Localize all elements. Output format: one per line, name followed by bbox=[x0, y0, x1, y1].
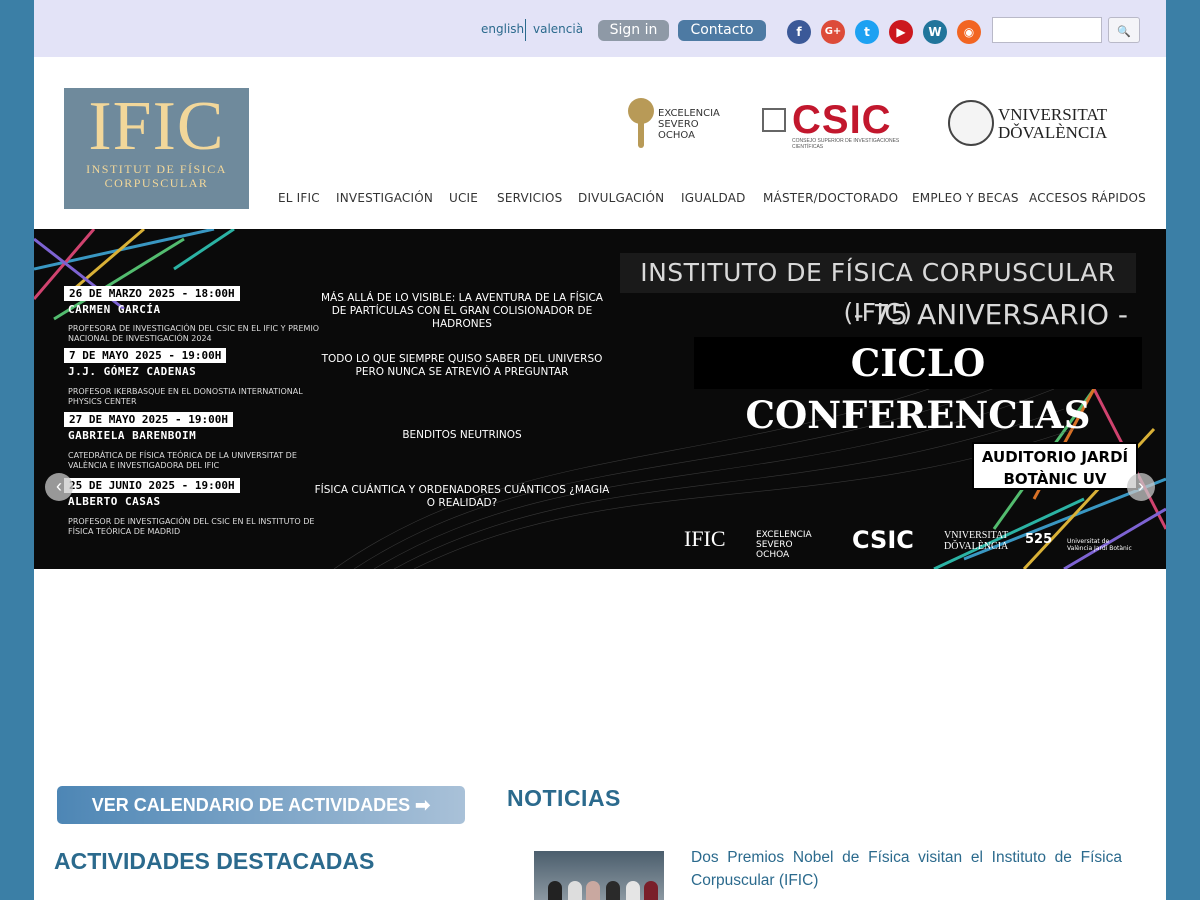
event-2-affiliation: PROFESOR IKERBASQUE EN EL DONOSTIA INTER… bbox=[68, 387, 303, 406]
event-4-talk: FÍSICA CUÁNTICA Y ORDENADORES CUÁNTICOS … bbox=[314, 484, 610, 509]
event-4-affiliation: PROFESOR DE INVESTIGACIÓN DEL CSIC EN EL… bbox=[68, 517, 315, 536]
nav-investigacion[interactable]: INVESTIGACIÓN bbox=[336, 191, 433, 205]
wordpress-icon[interactable]: W bbox=[923, 20, 947, 44]
banner-logo-525: 525 bbox=[1025, 532, 1053, 547]
banner-logo-jardi: Universitat de València Jardí Botànic bbox=[1067, 538, 1132, 552]
nav-master-doctorado[interactable]: MÁSTER/DOCTORADO bbox=[763, 191, 898, 205]
ific-logo-wordmark: IFIC bbox=[88, 88, 225, 165]
event-3-affiliation: CATEDRÁTICA DE FÍSICA TEÓRICA DE LA UNIV… bbox=[68, 451, 297, 470]
nav-accesos-rapidos[interactable]: ACCESOS RÁPIDOS bbox=[1029, 191, 1146, 205]
nav-empleo-becas[interactable]: EMPLEO Y BECAS bbox=[912, 191, 1019, 205]
nav-ucie[interactable]: UCIE bbox=[449, 191, 478, 205]
banner-footer-logos: IFIC EXCELENCIA SEVERO OCHOA CSIC VNIVER… bbox=[682, 526, 1132, 562]
event-1-affiliation: PROFESORA DE INVESTIGACIÓN DEL CSIC EN E… bbox=[68, 324, 320, 343]
banner-title-institute: INSTITUTO DE FÍSICA CORPUSCULAR (IFIC) bbox=[620, 253, 1136, 327]
youtube-icon[interactable]: ▶ bbox=[889, 20, 913, 44]
venue-line1: AUDITORIO JARDÍ bbox=[981, 448, 1129, 466]
event-1-speaker: CARMEN GARCÍA bbox=[68, 303, 161, 316]
chevron-right-icon: › bbox=[1138, 476, 1144, 496]
uv-seal-icon bbox=[948, 100, 994, 146]
event-2-date: 7 DE MAYO 2025 - 19:00H bbox=[64, 348, 227, 363]
noticias-heading: NOTICIAS bbox=[507, 785, 621, 811]
ific-logo-line2: CORPUSCULAR bbox=[104, 176, 209, 190]
uv-line2: DǑVALÈNCIA bbox=[998, 123, 1108, 142]
so-line3: OCHOA bbox=[658, 130, 695, 141]
search-button[interactable]: 🔍 bbox=[1108, 17, 1140, 43]
csic-logo[interactable]: CSIC CONSEJO SUPERIOR DE INVESTIGACIONES… bbox=[762, 98, 914, 150]
sign-in-button[interactable]: Sign in bbox=[598, 20, 669, 41]
banner-venue: AUDITORIO JARDÍ BOTÀNIC UV bbox=[972, 442, 1138, 490]
csic-subtitle: CONSEJO SUPERIOR DE INVESTIGACIONES CIEN… bbox=[792, 138, 900, 150]
csic-wordmark: CSIC bbox=[792, 98, 892, 142]
contacto-button[interactable]: Contacto bbox=[678, 20, 766, 41]
so-line1: EXCELENCIA bbox=[658, 108, 720, 119]
hero-banner[interactable]: 26 DE MARZO 2025 - 18:00H CARMEN GARCÍA … bbox=[34, 229, 1166, 569]
ific-logo-line1: INSTITUT DE FÍSICA bbox=[86, 162, 227, 176]
search-icon: 🔍 bbox=[1117, 26, 1131, 38]
nav-divulgacion[interactable]: DIVULGACIÓN bbox=[578, 191, 664, 205]
event-3-talk: BENDITOS NEUTRINOS bbox=[402, 429, 522, 441]
venue-line2: BOTÀNIC UV bbox=[1003, 470, 1107, 488]
language-english-link[interactable]: english bbox=[481, 22, 524, 36]
so-line2: SEVERO bbox=[658, 119, 699, 130]
uv-line1: VNIVERSITAT bbox=[998, 105, 1108, 124]
news-thumbnail[interactable] bbox=[534, 851, 664, 900]
banner-logo-uv: VNIVERSITAT DǑVALÈNCIA bbox=[944, 530, 1009, 552]
page: english valencià Sign in Contacto f G+ t… bbox=[34, 0, 1166, 900]
actividades-heading: ACTIVIDADES DESTACADAS bbox=[54, 848, 375, 874]
google-plus-icon[interactable]: G+ bbox=[821, 20, 845, 44]
banner-logo-ific: IFIC bbox=[684, 526, 726, 551]
event-3-speaker: GABRIELA BARENBOIM bbox=[68, 429, 197, 442]
carousel-next-button[interactable]: › bbox=[1127, 473, 1155, 501]
universitat-valencia-logo[interactable]: VNIVERSITAT DǑVALÈNCIA bbox=[948, 98, 1107, 150]
nav-el-ific[interactable]: EL IFIC bbox=[278, 191, 320, 205]
event-4-speaker: ALBERTO CASAS bbox=[68, 495, 161, 508]
twitter-icon[interactable]: t bbox=[855, 20, 879, 44]
chevron-left-icon: ‹ bbox=[56, 476, 62, 496]
carousel-prev-button[interactable]: ‹ bbox=[45, 473, 73, 501]
top-bar: english valencià Sign in Contacto f G+ t… bbox=[34, 0, 1166, 57]
csic-emblem-icon bbox=[762, 108, 786, 132]
event-1-date: 26 DE MARZO 2025 - 18:00H bbox=[64, 286, 240, 301]
rss-icon[interactable]: ◉ bbox=[957, 20, 981, 44]
nav-servicios[interactable]: SERVICIOS bbox=[497, 191, 562, 205]
banner-logo-severo-ochoa: EXCELENCIA SEVERO OCHOA bbox=[756, 530, 812, 560]
language-divider bbox=[525, 19, 526, 41]
calendar-button[interactable]: VER CALENDARIO DE ACTIVIDADES ➡ bbox=[57, 786, 465, 824]
language-valencia-link[interactable]: valencià bbox=[533, 22, 583, 36]
search-input[interactable] bbox=[992, 17, 1102, 43]
main-nav: EL IFIC INVESTIGACIÓN UCIE SERVICIOS DIV… bbox=[34, 191, 1166, 207]
event-2-talk: TODO LO QUE SIEMPRE QUISO SABER DEL UNIV… bbox=[321, 353, 603, 378]
banner-logo-csic: CSIC bbox=[852, 526, 914, 554]
banner-title-ciclo: CICLO CONFERENCIAS bbox=[694, 337, 1142, 437]
severo-ochoa-logo[interactable]: EXCELENCIA SEVERO OCHOA bbox=[628, 98, 738, 150]
event-4-date: 25 DE JUNIO 2025 - 19:00H bbox=[64, 478, 240, 493]
nav-igualdad[interactable]: IGUALDAD bbox=[681, 191, 746, 205]
banner-title-anniversary: - 75 ANIVERSARIO - bbox=[853, 298, 1128, 331]
event-2-speaker: J.J. GÓMEZ CADENAS bbox=[68, 365, 197, 378]
news-item-title[interactable]: Dos Premios Nobel de Física visitan el I… bbox=[691, 846, 1122, 892]
event-3-date: 27 DE MAYO 2025 - 19:00H bbox=[64, 412, 233, 427]
facebook-icon[interactable]: f bbox=[787, 20, 811, 44]
event-1-talk: MÁS ALLÁ DE LO VISIBLE: LA AVENTURA DE L… bbox=[321, 292, 603, 330]
